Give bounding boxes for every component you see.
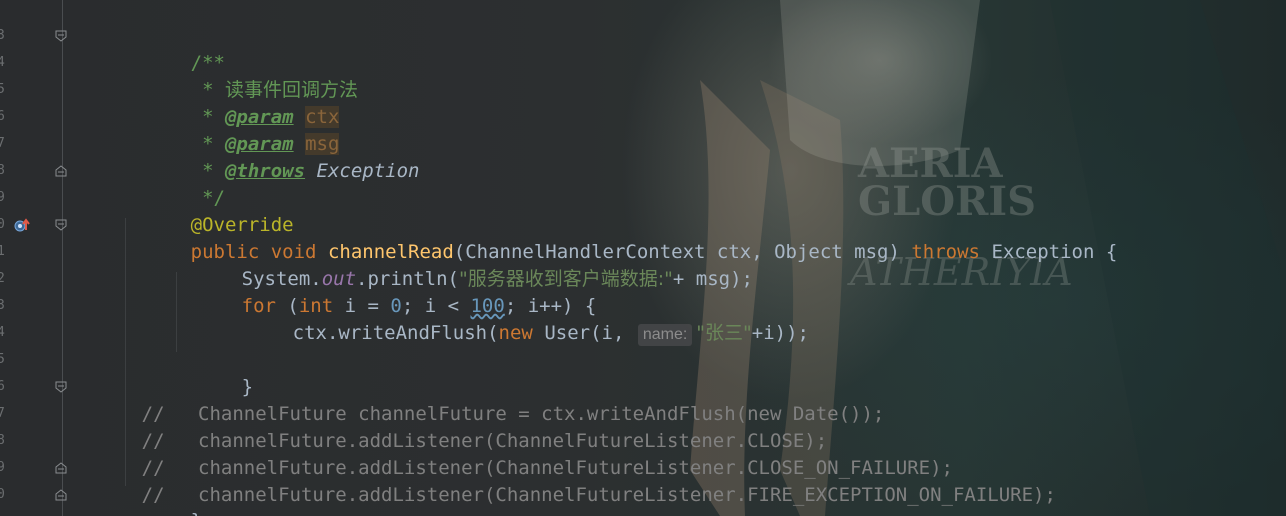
code-editor[interactable]: AERIA GLORIS ATHERIYIA 3 4 5 6 7 8 9 0 1… bbox=[0, 0, 1286, 516]
code-line[interactable]: } bbox=[173, 347, 253, 398]
line-comment: ChannelFuture channelFuture = ctx.writeA… bbox=[198, 403, 885, 425]
code-line[interactable]: //channelFuture.addListener(ChannelFutur… bbox=[73, 428, 953, 479]
code-line[interactable]: //ChannelFuture channelFuture = ctx.writ… bbox=[73, 374, 885, 425]
code-line[interactable]: * @param ctx bbox=[122, 77, 340, 128]
closing-brace: } bbox=[191, 510, 202, 516]
code-token: User(i, bbox=[532, 322, 636, 344]
string-literal: "张三" bbox=[696, 322, 752, 344]
code-line[interactable]: /** bbox=[122, 23, 225, 74]
code-token: ctx.writeAndFlush( bbox=[292, 322, 499, 344]
code-line[interactable]: * @throws Exception bbox=[122, 131, 419, 182]
code-line[interactable]: public void channelRead(ChannelHandlerCo… bbox=[122, 212, 1118, 263]
method-signature: Exception { bbox=[980, 241, 1118, 263]
code-token: +i)); bbox=[751, 322, 809, 344]
parameter-hint: name: bbox=[637, 324, 693, 346]
code-line[interactable]: for (int i = 0; i < 100; i++) { bbox=[173, 266, 597, 317]
line-comment: channelFuture.addListener(ChannelFutureL… bbox=[198, 484, 1056, 506]
line-comment: channelFuture.addListener(ChannelFutureL… bbox=[198, 457, 953, 479]
code-line[interactable]: * @param msg bbox=[122, 104, 340, 155]
code-line[interactable]: //channelFuture.addListener(ChannelFutur… bbox=[73, 401, 828, 452]
closing-brace: } bbox=[241, 376, 254, 398]
code-token: + msg); bbox=[672, 268, 753, 290]
code-line[interactable]: System.out.println("服务器收到客户端数据:"+ msg); bbox=[173, 239, 753, 290]
code-line[interactable]: //channelFuture.addListener(ChannelFutur… bbox=[73, 455, 1056, 506]
javadoc-throws-value: Exception bbox=[316, 160, 420, 182]
javadoc-throws-tag: @throws bbox=[224, 160, 306, 182]
code-line[interactable]: */ bbox=[122, 158, 225, 209]
code-line[interactable]: @Override bbox=[122, 185, 294, 236]
code-line[interactable]: } bbox=[122, 481, 202, 516]
code-line[interactable]: * 读事件回调方法 bbox=[122, 50, 358, 101]
code-line[interactable]: ctx.writeAndFlush(new User(i, name: "张三"+… bbox=[224, 293, 809, 346]
code-area[interactable]: /** * 读事件回调方法 * @param ctx * @param msg … bbox=[0, 0, 1286, 516]
keyword: new bbox=[498, 322, 533, 344]
keyword: throws bbox=[911, 241, 980, 263]
line-comment: channelFuture.addListener(ChannelFutureL… bbox=[198, 430, 828, 452]
